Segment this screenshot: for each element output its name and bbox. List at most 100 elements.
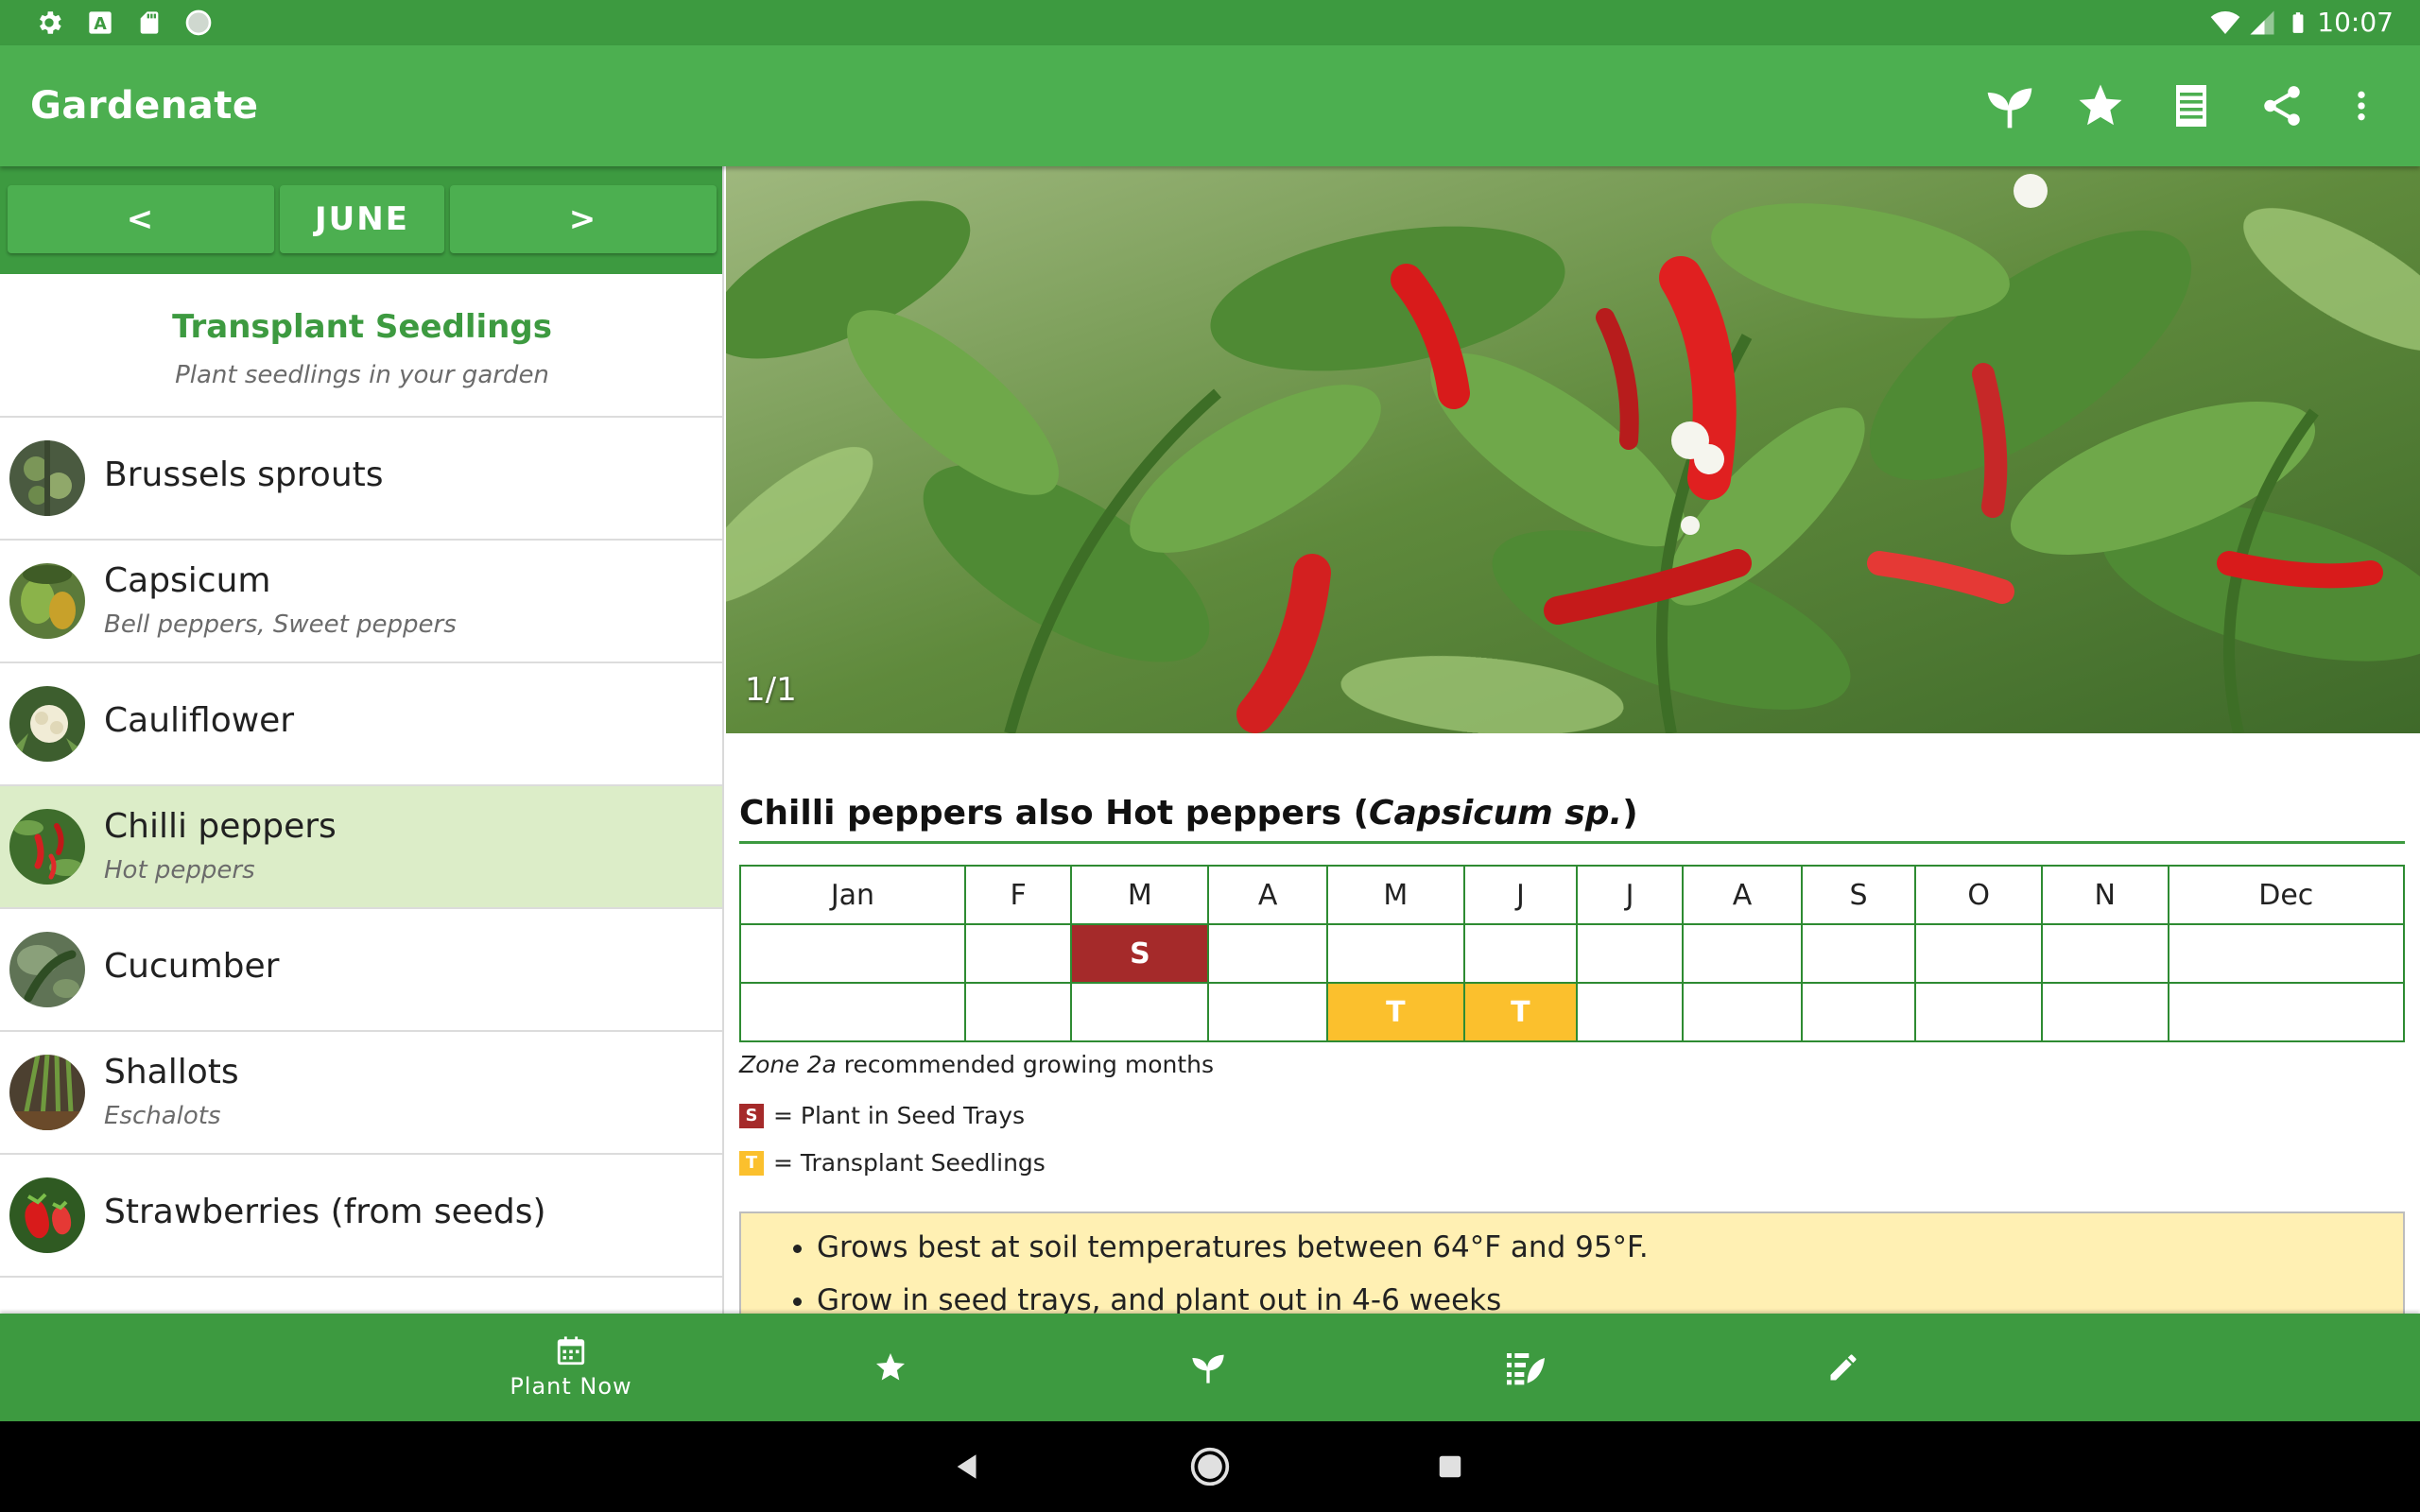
tip-item: Grows best at soil temperatures between …: [817, 1230, 1649, 1264]
star-icon: [2079, 84, 2122, 126]
bottom-navigation: Plant Now: [0, 1314, 2420, 1421]
calendar-cell: [739, 982, 966, 1042]
plant-list-panel: < JUNE > Transplant Seedlings Plant seed…: [0, 166, 724, 1314]
sprout-icon: [1192, 1354, 1224, 1383]
plant-alt-names: Bell peppers, Sweet peppers: [104, 610, 457, 639]
calendar-cell: [1575, 982, 1685, 1042]
month-header: M: [1325, 865, 1465, 925]
sprout-button[interactable]: [1979, 76, 2040, 136]
section-subtitle: Plant seedlings in your garden: [175, 361, 549, 389]
transplant-cell: T: [1325, 982, 1465, 1042]
more-options-button[interactable]: [2331, 76, 2392, 136]
calendar-cell: [1207, 923, 1328, 984]
sprout-icon: [1987, 88, 2032, 129]
month-header: Dec: [2167, 865, 2406, 925]
calendar-cell: [1914, 923, 2043, 984]
month-header: F: [963, 865, 1073, 925]
calendar-cell: [1575, 923, 1685, 984]
prev-month-button[interactable]: <: [8, 185, 274, 253]
plant-item-strawberries[interactable]: Strawberries (from seeds): [0, 1155, 722, 1278]
system-home-button[interactable]: [1184, 1440, 1236, 1493]
home-circle-icon: [1190, 1447, 1230, 1486]
calendar-cell: [1207, 982, 1328, 1042]
month-header: A: [1207, 865, 1328, 925]
calendar-cell: [2040, 923, 2169, 984]
legend-transplant-box: T: [739, 1150, 764, 1176]
month-navigation: < JUNE >: [0, 166, 722, 274]
plant-item-capsicum[interactable]: Capsicum Bell peppers, Sweet peppers: [0, 541, 722, 663]
plant-name: Brussels sprouts: [104, 455, 384, 494]
plant-item-shallots[interactable]: Shallots Eschalots: [0, 1032, 722, 1155]
sd-card-icon: [140, 11, 159, 34]
section-title: Transplant Seedlings: [172, 308, 552, 346]
plant-name: Shallots: [104, 1053, 239, 1091]
plant-alt-names: Hot peppers: [104, 856, 255, 885]
calendar-cell: [2167, 982, 2406, 1042]
plant-name: Cucumber: [104, 947, 280, 986]
calendar-seed-row: S: [739, 923, 2406, 984]
wifi-icon: [2210, 11, 2240, 34]
month-header: A: [1682, 865, 1803, 925]
system-back-button[interactable]: [942, 1440, 994, 1493]
plant-thumbnail: [9, 1177, 85, 1253]
plant-item-cucumber[interactable]: Cucumber: [0, 909, 722, 1032]
app-title: Gardenate: [30, 84, 259, 128]
plant-name: Capsicum: [104, 561, 271, 600]
calendar-cell: [2167, 923, 2406, 984]
seed-tray-cell: S: [1070, 923, 1210, 984]
title-suffix: ): [1622, 794, 1638, 833]
nav-my-garden[interactable]: [1114, 1314, 1303, 1421]
plant-item-brussels-sprouts[interactable]: Brussels sprouts: [0, 418, 722, 541]
status-bar: A 10:07: [0, 0, 2420, 45]
nav-favorites[interactable]: [796, 1314, 985, 1421]
list-button[interactable]: [2161, 76, 2221, 136]
plant-item-chilli-peppers[interactable]: Chilli peppers Hot peppers: [0, 786, 722, 909]
month-header: S: [1800, 865, 1917, 925]
nav-plant-now[interactable]: Plant Now: [476, 1314, 666, 1421]
zone-note: Zone 2a recommended growing months: [739, 1051, 1214, 1078]
a-box-icon: A: [89, 11, 112, 34]
nav-plant-list[interactable]: [1431, 1314, 1620, 1421]
calendar-cell: [1682, 923, 1803, 984]
favorite-button[interactable]: [2070, 76, 2131, 136]
plant-thumbnail: [9, 563, 85, 639]
calendar-cell: [963, 923, 1073, 984]
pencil-icon: [1830, 1354, 1857, 1381]
nav-notes[interactable]: [1749, 1314, 1938, 1421]
calendar-cell: [1800, 923, 1917, 984]
share-button[interactable]: [2252, 76, 2312, 136]
plant-thumbnail: [9, 932, 85, 1007]
more-vert-icon: [2358, 91, 2365, 121]
chilli-photo-image: [726, 166, 2420, 733]
calendar-cell: [1070, 982, 1210, 1042]
zone-text: recommended growing months: [843, 1051, 1215, 1078]
system-navigation-bar: [0, 1421, 2420, 1512]
legend-seed-box: S: [739, 1103, 764, 1128]
plant-photo[interactable]: 1/1: [726, 166, 2420, 733]
next-month-button[interactable]: >: [450, 185, 717, 253]
list-icon: [2176, 85, 2206, 127]
plant-name: Chilli peppers: [104, 807, 337, 846]
legend-seed: S = Plant in Seed Trays: [739, 1102, 1025, 1129]
plant-item-cauliflower[interactable]: Cauliflower: [0, 663, 722, 786]
month-header: O: [1914, 865, 2043, 925]
transplant-cell: T: [1462, 982, 1578, 1042]
plant-thumbnail: [9, 1055, 85, 1130]
share-icon: [2264, 86, 2300, 126]
title-common-name: Chilli peppers also Hot peppers (: [739, 794, 1370, 833]
system-recents-button[interactable]: [1424, 1440, 1477, 1493]
back-triangle-icon: [957, 1454, 977, 1479]
calendar-cell: [1325, 923, 1465, 984]
photo-counter: 1/1: [745, 671, 797, 709]
title-divider: [739, 841, 2405, 844]
zone-link[interactable]: Zone 2a: [739, 1051, 837, 1078]
plant-name: Strawberries (from seeds): [104, 1193, 546, 1231]
calendar-cell: [1682, 982, 1803, 1042]
month-header: Jan: [739, 865, 966, 925]
legend-seed-text: = Plant in Seed Trays: [773, 1102, 1026, 1129]
gear-icon: [40, 11, 61, 34]
plant-detail-title: Chilli peppers also Hot peppers (Capsicu…: [739, 794, 1638, 833]
recents-square-icon: [1439, 1455, 1461, 1478]
battery-icon: [2292, 12, 2304, 33]
current-month-button[interactable]: JUNE: [280, 185, 444, 253]
